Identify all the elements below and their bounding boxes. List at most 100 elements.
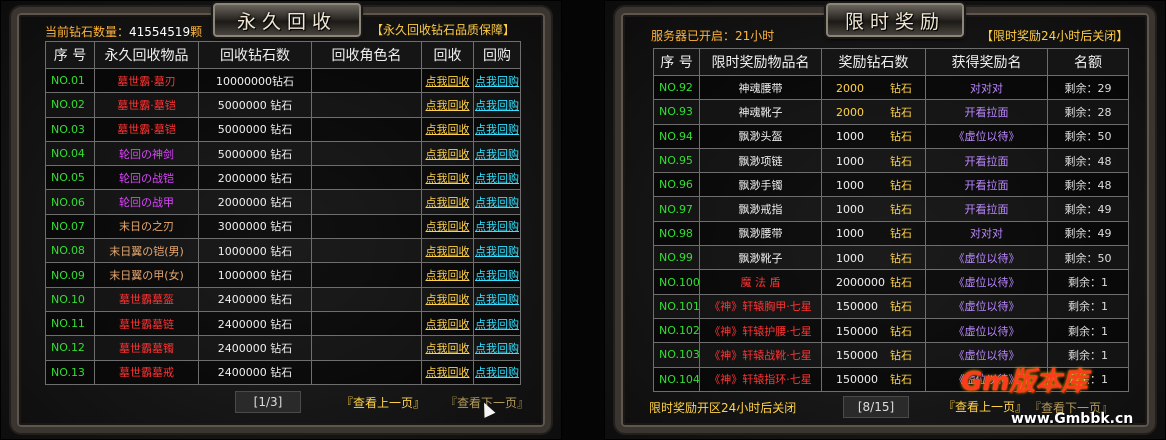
row-number: NO.100 <box>653 269 700 295</box>
reward-quota: 剩余：49 <box>1047 220 1129 247</box>
buyback-cell: 点我回购 <box>473 67 521 94</box>
item-name: 末日翼の甲(女) <box>94 262 199 288</box>
reward-winner-name: 《虚位以待》 <box>925 317 1048 344</box>
item-name: 墓世霸·墓铠 <box>94 116 199 142</box>
table-row: NO.12 墓世霸墓镯 2400000 钻石 点我回收 点我回购 <box>45 335 521 361</box>
role-name <box>311 238 422 264</box>
row-number: NO.93 <box>653 99 700 125</box>
buyback-link[interactable]: 点我回购 <box>475 318 519 331</box>
table-row: NO.96 飘渺手镯 1000 钻石 开看拉面 剩余：48 <box>653 172 1129 198</box>
table-row: NO.99 飘渺靴子 1000 钻石 《虚位以待》 剩余：50 <box>653 245 1129 271</box>
item-name: 墓世霸墓盔 <box>94 286 199 312</box>
reward-item-name: 飘渺手镯 <box>699 172 822 198</box>
buyback-link[interactable]: 点我回购 <box>475 293 519 306</box>
recycle-link[interactable]: 点我回收 <box>426 293 470 306</box>
row-number: NO.95 <box>653 147 700 174</box>
close-note: 【限时奖励24小时后关闭】 <box>981 29 1129 43</box>
buyback-link[interactable]: 点我回购 <box>475 245 519 258</box>
row-number: NO.08 <box>45 238 95 264</box>
role-name <box>311 92 422 118</box>
row-number: NO.96 <box>653 172 700 198</box>
page-indicator: [8/15] <box>843 396 909 418</box>
reward-amount-value: 1000 <box>836 154 864 168</box>
diamond-amount: 2400000 钻石 <box>198 335 312 361</box>
row-number: NO.94 <box>653 123 700 149</box>
diamond-amount: 1000000 钻石 <box>198 262 312 288</box>
buyback-link[interactable]: 点我回购 <box>475 220 519 233</box>
reward-item-name: 魔 法 盾 <box>699 269 822 295</box>
header-no: 序 号 <box>45 41 95 69</box>
table-row: NO.01 墓世霸·墓刃 10000000钻石 点我回收 点我回购 <box>45 67 521 94</box>
diamond-amount: 3000000 钻石 <box>198 213 312 240</box>
recycle-link[interactable]: 点我回收 <box>426 318 470 331</box>
reward-quota: 剩余：48 <box>1047 147 1129 174</box>
reward-amount-unit: 钻石 <box>890 227 912 241</box>
guarantee-note: 【永久回收钻石品质保障】 <box>371 23 516 37</box>
recycle-link[interactable]: 点我回收 <box>426 220 470 233</box>
buyback-cell: 点我回购 <box>473 286 521 312</box>
table-row: NO.97 飘渺戒指 1000 钻石 开看拉面 剩余：49 <box>653 196 1129 222</box>
diamond-amount: 5000000 钻石 <box>198 116 312 142</box>
buyback-link[interactable]: 点我回购 <box>475 123 519 136</box>
buyback-link[interactable]: 点我回购 <box>475 196 519 209</box>
reward-diamond-amount: 2000000 钻石 <box>821 269 926 295</box>
recycle-link[interactable]: 点我回收 <box>426 75 470 88</box>
reward-quota: 剩余：28 <box>1047 99 1129 125</box>
recycle-link[interactable]: 点我回收 <box>426 245 470 258</box>
recycle-link[interactable]: 点我回收 <box>426 148 470 161</box>
recycle-cell: 点我回收 <box>421 359 474 385</box>
buyback-link[interactable]: 点我回购 <box>475 172 519 185</box>
item-name: 末日翼の铠(男) <box>94 238 199 264</box>
buyback-cell: 点我回购 <box>473 140 521 167</box>
reward-quota: 剩余：50 <box>1047 245 1129 271</box>
reward-amount-value: 1000 <box>836 203 864 217</box>
recycle-link[interactable]: 点我回收 <box>426 196 470 209</box>
header-no: 序 号 <box>653 48 700 76</box>
buyback-link[interactable]: 点我回购 <box>475 366 519 379</box>
reward-diamond-amount: 150000 钻石 <box>821 293 926 319</box>
reward-winner-name: 《虚位以待》 <box>925 293 1048 319</box>
recycle-cell: 点我回收 <box>421 116 474 142</box>
buyback-link[interactable]: 点我回购 <box>475 75 519 88</box>
table-header-row: 序 号 永久回收物品 回收钻石数 回收角色名 回收 回购 <box>45 41 521 69</box>
buyback-cell: 点我回购 <box>473 165 521 191</box>
diamond-count-value: 41554519 <box>129 25 191 39</box>
role-name <box>311 335 422 361</box>
reward-amount-value: 1000 <box>836 251 864 265</box>
recycle-link[interactable]: 点我回收 <box>426 366 470 379</box>
reward-amount-value: 1000 <box>836 130 864 144</box>
recycle-link[interactable]: 点我回收 <box>426 342 470 355</box>
prev-page-link[interactable]: 『查看上一页』 <box>341 394 425 411</box>
recycle-link[interactable]: 点我回收 <box>426 123 470 136</box>
recycle-link[interactable]: 点我回收 <box>426 172 470 185</box>
buyback-link[interactable]: 点我回购 <box>475 148 519 161</box>
recycle-link[interactable]: 点我回收 <box>426 99 470 112</box>
server-uptime-unit: 小时 <box>750 29 775 43</box>
reward-amount-unit: 钻石 <box>890 251 912 265</box>
buyback-link[interactable]: 点我回购 <box>475 342 519 355</box>
reward-winner-name: 开看拉面 <box>925 196 1048 222</box>
panel-gap <box>562 0 604 440</box>
reward-quota: 剩余：50 <box>1047 123 1129 149</box>
row-number: NO.101 <box>653 293 700 319</box>
buyback-link[interactable]: 点我回购 <box>475 269 519 282</box>
recycle-cell: 点我回收 <box>421 213 474 240</box>
reward-amount-unit: 钻石 <box>890 178 912 192</box>
reward-amount-unit: 钻石 <box>890 130 912 144</box>
reward-amount-unit: 钻石 <box>890 203 912 217</box>
reward-amount-value: 150000 <box>836 373 878 387</box>
role-name <box>311 213 422 240</box>
reward-diamond-amount: 1000 钻石 <box>821 196 926 222</box>
reward-amount-value: 150000 <box>836 324 878 338</box>
table-header-row: 序 号 限时奖励物品名 奖励钻石数 获得奖励名 名额 <box>653 48 1129 76</box>
row-number: NO.99 <box>653 245 700 271</box>
diamond-amount: 5000000 钻石 <box>198 92 312 118</box>
recycle-link[interactable]: 点我回收 <box>426 269 470 282</box>
header-item: 限时奖励物品名 <box>699 48 822 76</box>
item-name: 墓世霸墓链 <box>94 310 199 337</box>
header-quota: 名额 <box>1047 48 1129 76</box>
row-number: NO.97 <box>653 196 700 222</box>
row-number: NO.07 <box>45 213 95 240</box>
reward-amount-unit: 钻石 <box>890 373 912 387</box>
buyback-link[interactable]: 点我回购 <box>475 99 519 112</box>
